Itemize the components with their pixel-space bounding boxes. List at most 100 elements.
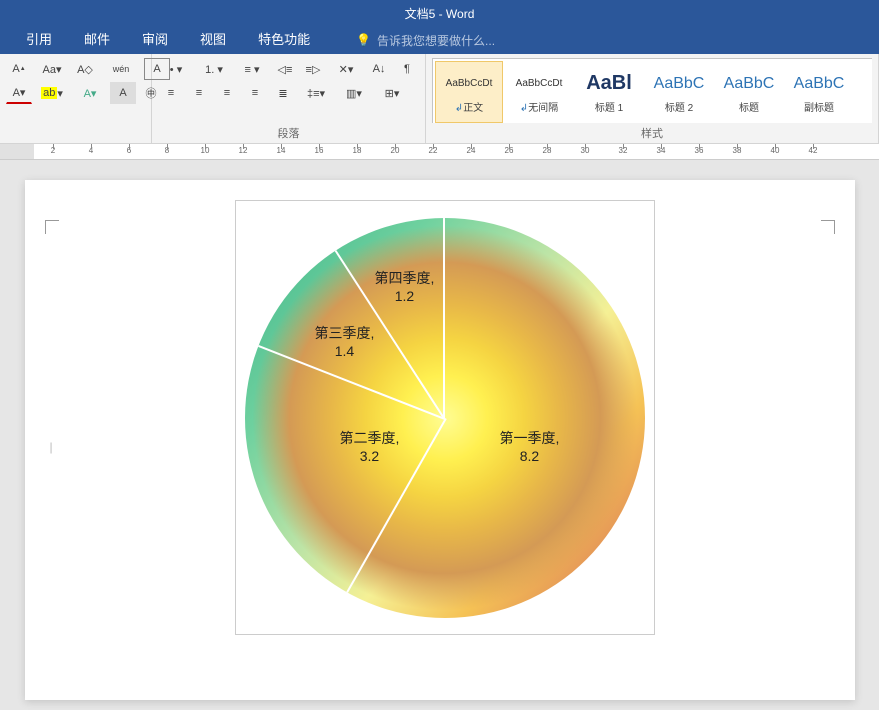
highlight-button[interactable]: ab▾ <box>34 82 70 104</box>
style-name-label: 标题 1 <box>595 99 623 114</box>
style-name-label: 标题 <box>739 99 759 114</box>
style-heading1[interactable]: AaBl 标题 1 <box>575 61 643 123</box>
ruler-tick: 38 <box>718 146 756 155</box>
style-arrow-icon: ↲ <box>520 103 528 114</box>
ribbon: A▲ Aa▾ A◇ wén A A▾ ab▾ A▾ A ㊥ <box>0 54 879 144</box>
styles-gallery[interactable]: AaBbCcDt ↲正文 AaBbCcDt ↲无间隔 AaBl 标题 1 AaB… <box>432 58 872 123</box>
change-case-button[interactable]: Aa▾ <box>34 58 70 80</box>
ruler-tick: 40 <box>756 146 794 155</box>
ruler-tick: 2 <box>34 146 72 155</box>
ruler-tick: 26 <box>490 146 528 155</box>
grow-font-button[interactable]: A▲ <box>6 58 32 80</box>
ruler-tick: 24 <box>452 146 490 155</box>
bullets-button[interactable]: • ▾ <box>158 58 194 80</box>
ruler-tick: 14 <box>262 146 300 155</box>
align-left-button[interactable]: ≡ <box>158 82 184 104</box>
ruler-tick: 6 <box>110 146 148 155</box>
styles-group-label: 样式 <box>432 123 872 143</box>
ruler-margin-left <box>0 144 34 160</box>
ribbon-group-paragraph: • ▾ 1. ▾ ≡ ▾ ◁≡ ≡▷ ✕▾ A↓ ¶ ≡ ≡ ≡ ≡ ≣ ‡≡▾… <box>152 54 426 143</box>
ribbon-group-font: A▲ Aa▾ A◇ wén A A▾ ab▾ A▾ A ㊥ <box>0 54 152 143</box>
pie-chart-body: 第一季度,8.2 第二季度,3.2 第三季度,1.4第四季度,1.2 <box>245 218 645 618</box>
style-preview: AaBbCcDt <box>516 71 563 97</box>
style-preview: AaBbCcDt <box>446 71 493 97</box>
pie-data-label: 第二季度,3.2 <box>340 428 400 464</box>
shading-button[interactable]: ▥▾ <box>336 82 372 104</box>
ruler-tick: 10 <box>186 146 224 155</box>
ruler-tick: 4 <box>72 146 110 155</box>
page[interactable]: | 第一季度,8.2 第二季度,3.2 第三季度,1.4第四季度,1.2 <box>25 180 855 700</box>
phonetic-guide-button[interactable]: wén <box>100 58 142 80</box>
tell-me-placeholder: 告诉我您想要做什么... <box>377 32 495 49</box>
ruler-tick: 42 <box>794 146 832 155</box>
title-bar: 文档5 - Word <box>0 0 879 26</box>
align-center-button[interactable]: ≡ <box>186 82 212 104</box>
tab-mailings[interactable]: 邮件 <box>68 26 126 54</box>
tell-me-search[interactable]: 💡 告诉我您想要做什么... <box>326 32 495 49</box>
line-spacing-button[interactable]: ‡≡▾ <box>298 82 334 104</box>
pie-separator <box>443 218 445 418</box>
decrease-indent-button[interactable]: ◁≡ <box>272 58 298 80</box>
align-right-button[interactable]: ≡ <box>214 82 240 104</box>
style-title[interactable]: AaBbC 标题 <box>715 61 783 123</box>
style-preview: AaBbC <box>654 71 705 97</box>
style-no-spacing[interactable]: AaBbCcDt ↲无间隔 <box>505 61 573 123</box>
document-area[interactable]: | 第一季度,8.2 第二季度,3.2 第三季度,1.4第四季度,1.2 <box>0 160 879 710</box>
style-preview: AaBbC <box>724 71 775 97</box>
pie-data-label: 第四季度,1.2 <box>375 268 435 304</box>
asian-layout-button[interactable]: ✕▾ <box>328 58 364 80</box>
ribbon-tabs: 引用 邮件 审阅 视图 特色功能 💡 告诉我您想要做什么... <box>0 26 879 54</box>
pie-data-label: 第三季度,1.4 <box>315 323 375 359</box>
ruler-tick: 16 <box>300 146 338 155</box>
style-name-label: 标题 2 <box>665 99 693 114</box>
ruler-tick: 30 <box>566 146 604 155</box>
clear-formatting-button[interactable]: A◇ <box>72 58 98 80</box>
style-name-label: 正文 <box>463 103 483 114</box>
increase-indent-button[interactable]: ≡▷ <box>300 58 326 80</box>
style-name-label: 副标题 <box>804 99 834 114</box>
cursor-icon: | <box>50 440 53 454</box>
ruler-tick: 28 <box>528 146 566 155</box>
ruler-tick: 34 <box>642 146 680 155</box>
margin-corner-icon <box>821 220 835 234</box>
tab-review[interactable]: 审阅 <box>126 26 184 54</box>
justify-button[interactable]: ≡ <box>242 82 268 104</box>
ruler-tick: 36 <box>680 146 718 155</box>
borders-button[interactable]: ⊞▾ <box>374 82 410 104</box>
text-effects-button[interactable]: A▾ <box>72 82 108 104</box>
font-color-button[interactable]: A▾ <box>6 82 32 104</box>
numbering-button[interactable]: 1. ▾ <box>196 58 232 80</box>
style-name-label: 无间隔 <box>528 103 558 114</box>
style-normal[interactable]: AaBbCcDt ↲正文 <box>435 61 503 123</box>
font-group-label <box>6 139 145 143</box>
window-title: 文档5 - Word <box>405 5 475 22</box>
character-shading-button[interactable]: A <box>110 82 136 104</box>
pie-data-label: 第一季度,8.2 <box>500 428 560 464</box>
show-marks-button[interactable]: ¶ <box>394 58 420 80</box>
style-heading2[interactable]: AaBbC 标题 2 <box>645 61 713 123</box>
tab-view[interactable]: 视图 <box>184 26 242 54</box>
distribute-button[interactable]: ≣ <box>270 82 296 104</box>
ruler-tick: 32 <box>604 146 642 155</box>
ruler-tick: 18 <box>338 146 376 155</box>
style-preview: AaBbC <box>794 71 845 97</box>
ruler-tick: 8 <box>148 146 186 155</box>
horizontal-ruler[interactable]: 24681012141618202224262830323436384042 <box>0 144 879 160</box>
style-preview: AaBl <box>586 71 632 97</box>
style-subtitle[interactable]: AaBbC 副标题 <box>785 61 853 123</box>
multilevel-list-button[interactable]: ≡ ▾ <box>234 58 270 80</box>
tab-special[interactable]: 特色功能 <box>242 26 326 54</box>
pie-chart[interactable]: 第一季度,8.2 第二季度,3.2 第三季度,1.4第四季度,1.2 <box>235 200 655 635</box>
sort-button[interactable]: A↓ <box>366 58 392 80</box>
ruler-tick: 12 <box>224 146 262 155</box>
paragraph-group-label: 段落 <box>158 123 419 143</box>
margin-corner-icon <box>45 220 59 234</box>
tab-references[interactable]: 引用 <box>10 26 68 54</box>
lightbulb-icon: 💡 <box>356 33 371 47</box>
style-arrow-icon: ↲ <box>455 103 463 114</box>
ruler-tick: 22 <box>414 146 452 155</box>
ruler-ticks: 24681012141618202224262830323436384042 <box>34 146 832 155</box>
style-unknown[interactable]: Aa 不明 <box>855 61 872 123</box>
ribbon-group-styles: AaBbCcDt ↲正文 AaBbCcDt ↲无间隔 AaBl 标题 1 AaB… <box>426 54 879 143</box>
ruler-tick: 20 <box>376 146 414 155</box>
